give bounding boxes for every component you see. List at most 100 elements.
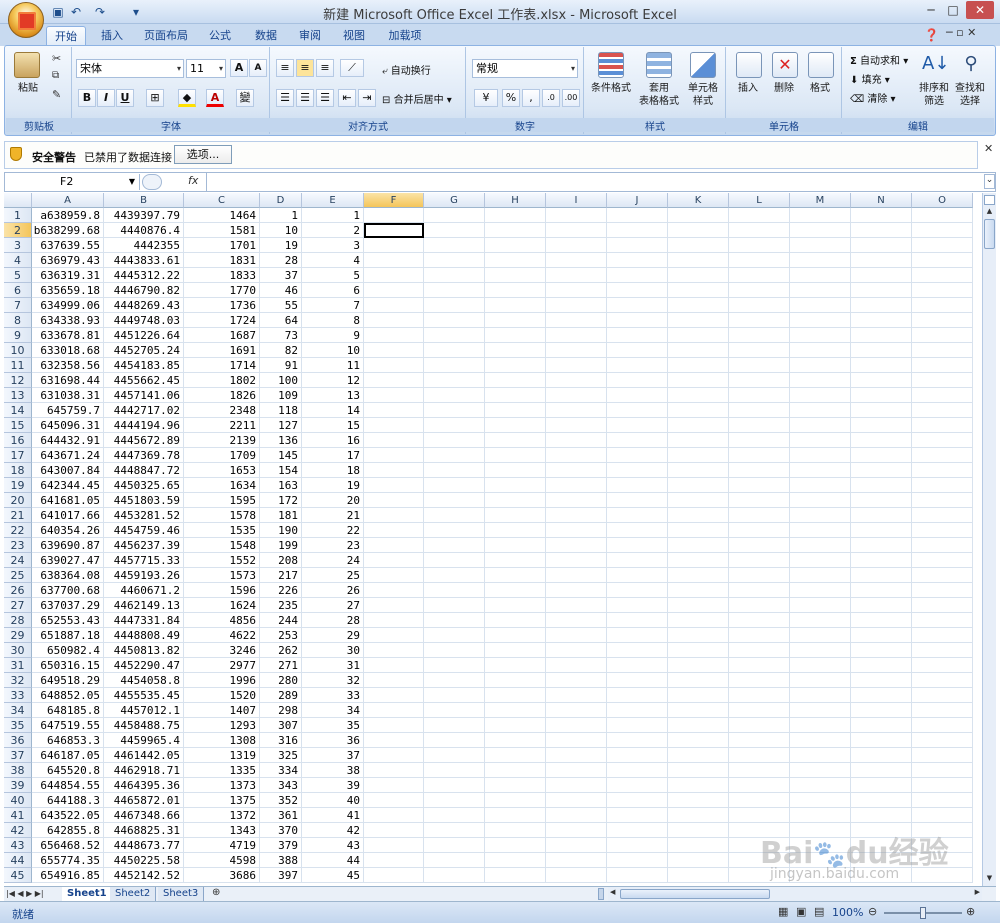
cell-m13[interactable] [790, 388, 851, 403]
sort-filter-button[interactable]: 排序和 筛选 [916, 82, 952, 108]
cell-n28[interactable] [851, 613, 912, 628]
cell-d18[interactable]: 154 [260, 463, 302, 478]
cell-b38[interactable]: 4462918.71 [104, 763, 184, 778]
cell-j1[interactable] [607, 208, 668, 223]
row-header[interactable]: 11 [4, 358, 32, 373]
cell-o20[interactable] [912, 493, 973, 508]
cell-g24[interactable] [424, 553, 485, 568]
cell-f37[interactable] [364, 748, 424, 763]
cell-h35[interactable] [485, 718, 546, 733]
clear-button[interactable]: ⌫ 清除 ▾ [850, 90, 896, 105]
cell-a34[interactable]: 648185.8 [32, 703, 104, 718]
cell-c30[interactable]: 3246 [184, 643, 260, 658]
cell-j19[interactable] [607, 478, 668, 493]
cell-e18[interactable]: 18 [302, 463, 364, 478]
cell-e7[interactable]: 7 [302, 298, 364, 313]
cell-h27[interactable] [485, 598, 546, 613]
cell-j45[interactable] [607, 868, 668, 883]
wrap-text-button[interactable]: ⤶ 自动换行 [382, 62, 431, 77]
row-header[interactable]: 17 [4, 448, 32, 463]
cell-i42[interactable] [546, 823, 607, 838]
column-header-o[interactable]: O [912, 193, 973, 208]
cell-k32[interactable] [668, 673, 729, 688]
cell-k12[interactable] [668, 373, 729, 388]
cell-f36[interactable] [364, 733, 424, 748]
cell-c31[interactable]: 2977 [184, 658, 260, 673]
cell-a10[interactable]: 633018.68 [32, 343, 104, 358]
cell-i12[interactable] [546, 373, 607, 388]
autosum-button[interactable]: Σ 自动求和 ▾ [850, 52, 908, 67]
cell-i24[interactable] [546, 553, 607, 568]
cell-l34[interactable] [729, 703, 790, 718]
cell-m7[interactable] [790, 298, 851, 313]
cell-h12[interactable] [485, 373, 546, 388]
cell-c33[interactable]: 1520 [184, 688, 260, 703]
cell-n10[interactable] [851, 343, 912, 358]
cell-b42[interactable]: 4468825.31 [104, 823, 184, 838]
cell-l12[interactable] [729, 373, 790, 388]
cell-i25[interactable] [546, 568, 607, 583]
cell-c45[interactable]: 3686 [184, 868, 260, 883]
cell-k18[interactable] [668, 463, 729, 478]
cell-d44[interactable]: 388 [260, 853, 302, 868]
cell-c6[interactable]: 1770 [184, 283, 260, 298]
cell-m44[interactable] [790, 853, 851, 868]
cell-a8[interactable]: 634338.93 [32, 313, 104, 328]
cell-c23[interactable]: 1548 [184, 538, 260, 553]
cell-g44[interactable] [424, 853, 485, 868]
vertical-scroll-thumb[interactable] [984, 219, 995, 249]
row-header[interactable]: 5 [4, 268, 32, 283]
cell-g18[interactable] [424, 463, 485, 478]
cell-g7[interactable] [424, 298, 485, 313]
cell-b9[interactable]: 4451226.64 [104, 328, 184, 343]
cell-b44[interactable]: 4450225.58 [104, 853, 184, 868]
row-header[interactable]: 25 [4, 568, 32, 583]
cell-k43[interactable] [668, 838, 729, 853]
bold-button[interactable]: B [78, 89, 96, 107]
cell-c38[interactable]: 1335 [184, 763, 260, 778]
borders-icon[interactable]: ⊞ [146, 89, 164, 107]
cell-l7[interactable] [729, 298, 790, 313]
cell-b20[interactable]: 4451803.59 [104, 493, 184, 508]
column-header-k[interactable]: K [668, 193, 729, 208]
cell-a38[interactable]: 645520.8 [32, 763, 104, 778]
cell-c32[interactable]: 1996 [184, 673, 260, 688]
cell-d5[interactable]: 37 [260, 268, 302, 283]
cell-g36[interactable] [424, 733, 485, 748]
cell-e32[interactable]: 32 [302, 673, 364, 688]
cell-n11[interactable] [851, 358, 912, 373]
cell-k45[interactable] [668, 868, 729, 883]
cell-f44[interactable] [364, 853, 424, 868]
cell-e24[interactable]: 24 [302, 553, 364, 568]
cell-j33[interactable] [607, 688, 668, 703]
format-cells-icon[interactable] [808, 52, 834, 78]
cell-c1[interactable]: 1464 [184, 208, 260, 223]
cell-styles-icon[interactable] [690, 52, 716, 78]
cell-f40[interactable] [364, 793, 424, 808]
cell-d9[interactable]: 73 [260, 328, 302, 343]
row-header[interactable]: 40 [4, 793, 32, 808]
align-center-icon[interactable]: ☰ [296, 89, 314, 107]
cell-d34[interactable]: 298 [260, 703, 302, 718]
cell-m14[interactable] [790, 403, 851, 418]
cell-l40[interactable] [729, 793, 790, 808]
cell-j20[interactable] [607, 493, 668, 508]
cell-h9[interactable] [485, 328, 546, 343]
cell-o24[interactable] [912, 553, 973, 568]
cell-j11[interactable] [607, 358, 668, 373]
cell-f31[interactable] [364, 658, 424, 673]
cell-f19[interactable] [364, 478, 424, 493]
cell-h38[interactable] [485, 763, 546, 778]
row-header[interactable]: 38 [4, 763, 32, 778]
cell-k11[interactable] [668, 358, 729, 373]
cell-h4[interactable] [485, 253, 546, 268]
cell-k23[interactable] [668, 538, 729, 553]
cell-j34[interactable] [607, 703, 668, 718]
cell-e38[interactable]: 38 [302, 763, 364, 778]
cell-l33[interactable] [729, 688, 790, 703]
cell-l3[interactable] [729, 238, 790, 253]
cell-o5[interactable] [912, 268, 973, 283]
cell-h44[interactable] [485, 853, 546, 868]
cell-o43[interactable] [912, 838, 973, 853]
cell-b37[interactable]: 4461442.05 [104, 748, 184, 763]
